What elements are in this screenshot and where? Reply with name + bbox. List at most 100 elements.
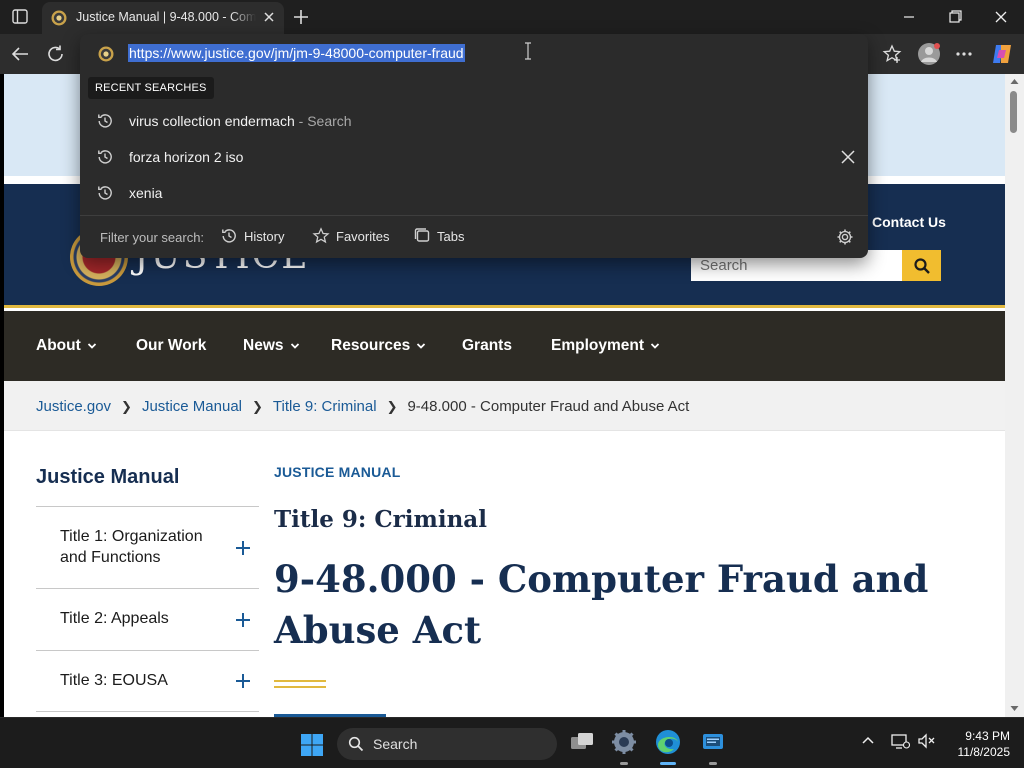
gear-icon[interactable] (836, 228, 854, 246)
search-icon (913, 257, 930, 274)
chevron-down-icon (650, 343, 660, 349)
tab-actions-button[interactable] (6, 5, 34, 29)
chevron-up-icon[interactable] (860, 735, 876, 747)
profile-avatar-icon[interactable] (917, 42, 941, 66)
settings-more-icon[interactable] (954, 44, 974, 64)
nav-label: Grants (462, 337, 512, 354)
chevron-down-icon (87, 343, 96, 349)
contact-us-link[interactable]: Contact Us (872, 214, 946, 230)
new-tab-plus-icon[interactable] (290, 6, 312, 28)
scroll-down-arrow-icon[interactable] (1010, 705, 1019, 712)
nav-resources[interactable]: Resources (331, 337, 426, 355)
address-bar-input[interactable]: https://www.justice.gov/jm/jm-9-48000-co… (128, 44, 465, 62)
nav-label: Our Work (136, 337, 207, 354)
nav-about[interactable]: About (36, 337, 97, 355)
filter-label-favorites: Favorites (336, 228, 390, 244)
history-clock-icon (96, 148, 114, 166)
scroll-up-arrow-icon[interactable] (1010, 78, 1019, 85)
breadcrumb-link-title-9[interactable]: Title 9: Criminal (273, 398, 377, 415)
nav-news[interactable]: News (243, 337, 300, 355)
site-search-button[interactable] (902, 250, 941, 281)
address-bar-dropdown: https://www.justice.gov/jm/jm-9-48000-co… (80, 34, 868, 258)
sidebar-item-label: Title 2: Appeals (60, 610, 169, 628)
expand-plus-icon[interactable] (235, 540, 251, 556)
nav-grants[interactable]: Grants (462, 337, 512, 355)
breadcrumb: Justice.gov ❯ Justice Manual ❯ Title 9: … (36, 398, 689, 415)
nav-employment[interactable]: Employment (551, 337, 660, 355)
clock-date: 11/8/2025 (957, 745, 1011, 759)
content-subtitle: Title 9: Criminal (274, 506, 487, 533)
page-title: 9-48.000 - Computer Fraud and Abuse Act (274, 557, 929, 652)
copilot-icon[interactable] (990, 42, 1014, 66)
main-navigation: About Our Work News Resources Grants Emp… (4, 311, 1005, 381)
taskbar-search-label: Search (373, 736, 418, 752)
settings-gear-app-icon[interactable] (610, 728, 638, 756)
windows-start-icon[interactable] (300, 733, 324, 757)
recent-searches-label: RECENT SEARCHES (88, 77, 214, 99)
chevron-right-icon: ❯ (386, 398, 398, 414)
sidebar-item-label: Title 3: EOUSA (60, 671, 168, 689)
clock-time: 9:43 PM (965, 729, 1010, 743)
sidebar-item-label: Title 1: Organization and Functions (60, 527, 203, 566)
filter-label: Filter your search: (100, 230, 205, 245)
back-arrow-icon[interactable] (9, 44, 31, 64)
nav-label: About (36, 337, 81, 354)
close-window-icon[interactable] (990, 7, 1012, 27)
filter-tabs-button[interactable]: Tabs (413, 227, 464, 245)
task-view-icon[interactable] (568, 728, 596, 756)
chevron-down-icon (417, 343, 426, 349)
filter-favorites-button[interactable]: Favorites (312, 227, 389, 245)
restore-icon[interactable] (944, 7, 966, 27)
refresh-icon[interactable] (45, 44, 67, 64)
sidebar-list: Title 1: Organization and Functions Titl… (36, 506, 259, 712)
tab-close-icon[interactable] (262, 10, 276, 24)
nav-our-work[interactable]: Our Work (136, 337, 206, 355)
breadcrumb-link-justice-manual[interactable]: Justice Manual (142, 398, 242, 415)
volume-muted-icon[interactable] (916, 732, 936, 750)
expand-plus-icon[interactable] (235, 673, 251, 689)
app-running-indicator (620, 762, 628, 765)
sidebar-item-title-1[interactable]: Title 1: Organization and Functions (36, 506, 259, 588)
nav-label: Employment (551, 337, 645, 354)
doj-favicon-icon (51, 10, 67, 26)
history-clock-icon (222, 229, 236, 243)
nav-label: News (243, 337, 284, 354)
page-scrollbar[interactable] (1005, 74, 1024, 717)
star-icon (312, 227, 330, 244)
section-eyebrow: JUSTICE MANUAL (274, 464, 401, 480)
system-clock[interactable]: 9:43 PM 11/8/2025 (944, 728, 1011, 760)
tab-title: Justice Manual | 9-48.000 - Computer Fra… (76, 10, 256, 24)
doj-favicon-icon (98, 46, 114, 62)
browser-tab-bar: Justice Manual | 9-48.000 - Computer Fra… (0, 0, 1024, 34)
network-icon[interactable] (890, 732, 910, 750)
sidebar-title: Justice Manual (36, 466, 180, 488)
search-filter-row: Filter your search: History Favorites Ta… (80, 216, 868, 258)
sidebar-item-title-2[interactable]: Title 2: Appeals (36, 588, 259, 650)
expand-plus-icon[interactable] (235, 612, 251, 628)
minimize-icon[interactable] (898, 7, 920, 27)
chevron-right-icon: ❯ (252, 398, 263, 414)
windows-taskbar: Search 9:43 PM 11/8/2025 (0, 717, 1024, 768)
filter-history-button[interactable]: History (220, 227, 284, 245)
breadcrumb-bar: Justice.gov ❯ Justice Manual ❯ Title 9: … (4, 381, 1005, 431)
breadcrumb-link-home[interactable]: Justice.gov (36, 398, 111, 415)
suggestion-item[interactable]: virus collection endermach - Search (80, 103, 868, 139)
history-clock-icon (96, 112, 114, 130)
suggestion-item[interactable]: xenia (80, 175, 868, 211)
chevron-right-icon: ❯ (121, 398, 132, 414)
taskbar-search-box[interactable]: Search (337, 728, 557, 760)
edge-browser-icon[interactable] (654, 728, 682, 756)
suggestion-suffix: - Search (298, 113, 352, 129)
favorites-star-icon[interactable] (882, 44, 902, 64)
tabs-icon (414, 228, 430, 242)
suggestion-text: xenia (129, 185, 163, 201)
sidebar-item-title-3[interactable]: Title 3: EOUSA (36, 650, 259, 712)
remove-suggestion-close-icon[interactable] (840, 149, 856, 165)
active-tab[interactable]: Justice Manual | 9-48.000 - Computer Fra… (42, 2, 284, 34)
scrollbar-thumb[interactable] (1010, 91, 1017, 133)
suggestion-text: virus collection endermach (129, 113, 295, 129)
suggestion-text: forza horizon 2 iso (129, 149, 244, 165)
suggestion-item[interactable]: forza horizon 2 iso (80, 139, 868, 175)
store-app-icon[interactable] (699, 728, 727, 756)
nav-label: Resources (331, 337, 411, 354)
